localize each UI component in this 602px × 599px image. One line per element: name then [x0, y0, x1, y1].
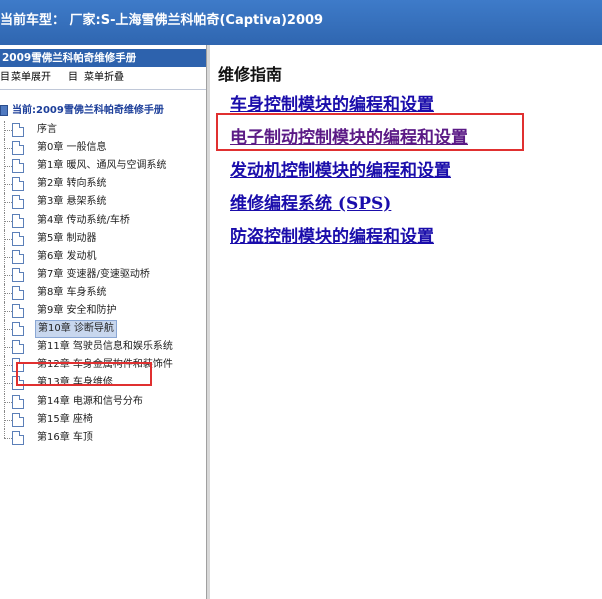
tree-branch-line [4, 166, 12, 168]
tree-branch-line [4, 130, 12, 131]
tree-item[interactable]: 第1章 暖风、通风与空调系统 [0, 157, 206, 176]
divider-line [0, 89, 206, 90]
tree-item[interactable]: 第14章 电源和信号分布 [0, 392, 206, 411]
page-icon [12, 123, 24, 137]
navigation-pane: 2009雪佛兰科帕奇维修手册 目 菜单展开 目 菜单折叠 当前:2009雪佛兰科… [0, 45, 206, 599]
highlight-box-left [16, 362, 152, 386]
manual-title-bar: 2009雪佛兰科帕奇维修手册 [0, 49, 206, 67]
tree-branch-line [4, 437, 12, 439]
current-vehicle-title: 当前车型： 厂家:S-上海雪佛兰科帕奇(Captiva)2009 [0, 13, 324, 28]
tree-item-label[interactable]: 第7章 变速器/变速驱动桥 [35, 267, 152, 283]
page-icon [12, 195, 24, 210]
page-icon [12, 231, 24, 246]
tree-item[interactable]: 第15章 座椅 [0, 410, 206, 429]
tree-branch-line [4, 428, 5, 438]
tree-branch-line [4, 274, 12, 276]
tree-item[interactable]: 第16章 车顶 [0, 428, 206, 447]
tree-branch-line [4, 365, 12, 367]
tree-item-label[interactable]: 第1章 暖风、通风与空调系统 [35, 158, 169, 174]
header-dot: . [298, 11, 302, 22]
expand-all-button[interactable]: 菜单展开 [11, 69, 51, 87]
tree-item[interactable]: 第7章 变速器/变速驱动桥 [0, 265, 206, 284]
tree-branch-line [4, 220, 12, 222]
collapse-all-icon[interactable]: 目 [68, 69, 78, 87]
tree-branch-line [4, 238, 12, 240]
tree-item-label[interactable]: 第2章 转向系统 [35, 176, 109, 192]
tree-item[interactable]: 第8章 车身系统 [0, 283, 206, 302]
tree-root-label[interactable]: 当前:2009雪佛兰科帕奇维修手册 [12, 103, 164, 119]
tree-item[interactable]: 第2章 转向系统 [0, 175, 206, 194]
tree-item-label[interactable]: 第8章 车身系统 [35, 285, 109, 301]
tree-branch-line [4, 256, 12, 258]
tree-item-label[interactable]: 第11章 驾驶员信息和娱乐系统 [35, 339, 175, 355]
tree-branch-line [4, 401, 12, 403]
tree-item[interactable]: 序言 [0, 121, 206, 139]
page-icon [12, 285, 24, 300]
tree-item[interactable]: 第0章 一般信息 [0, 139, 206, 158]
tree-item-label[interactable]: 第4章 传动系统/车桥 [35, 213, 132, 229]
tree-item[interactable]: 第11章 驾驶员信息和娱乐系统 [0, 338, 206, 357]
tree-item[interactable]: 第6章 发动机 [0, 247, 206, 266]
top-header-bar: 当前车型： 厂家:S-上海雪佛兰科帕奇(Captiva)2009 . [0, 0, 602, 45]
tree-branch-line [4, 292, 12, 294]
tree-item-label[interactable]: 第10章 诊断导航 [35, 320, 117, 339]
tree-item-label[interactable]: 第14章 电源和信号分布 [35, 394, 145, 410]
section-title: 维修指南 [218, 65, 283, 84]
tree-branch-line [4, 148, 12, 150]
page-icon [12, 141, 24, 156]
page-icon [12, 340, 24, 355]
page-icon [12, 394, 24, 409]
tree-item-label[interactable]: 第16章 车顶 [35, 430, 95, 446]
link-service-programming-system[interactable]: 维修编程系统 (SPS) [230, 189, 391, 214]
menu-toolbar: 目 菜单展开 目 菜单折叠 [0, 69, 206, 87]
page-icon [12, 322, 24, 337]
tree-item[interactable]: 第5章 制动器 [0, 229, 206, 248]
tree-item-label[interactable]: 第5章 制动器 [35, 231, 99, 247]
page-icon [12, 159, 24, 174]
tree-item-label[interactable]: 第15章 座椅 [35, 412, 95, 428]
page-icon [12, 304, 24, 318]
tree-item[interactable]: 第9章 安全和防护 [0, 302, 206, 320]
expand-all-icon[interactable]: 目 [0, 69, 10, 87]
book-icon [0, 105, 8, 116]
page-icon [12, 267, 24, 282]
collapse-all-button[interactable]: 菜单折叠 [84, 69, 124, 87]
tree-item-label[interactable]: 序言 [35, 122, 59, 138]
tree-branch-line [4, 202, 12, 204]
content-pane: 维修指南 车身控制模块的编程和设置 电子制动控制模块的编程和设置 发动机控制模块… [210, 45, 602, 599]
tree-branch-line [4, 419, 12, 421]
page-icon [12, 213, 24, 228]
link-engine-control-module[interactable]: 发动机控制模块的编程和设置 [230, 156, 451, 181]
tree-item[interactable]: 第4章 传动系统/车桥 [0, 211, 206, 230]
page-icon [12, 430, 24, 445]
tree-item-label[interactable]: 第0章 一般信息 [35, 140, 109, 156]
tree-branch-line [4, 329, 12, 331]
tree-item[interactable]: 第3章 悬架系统 [0, 193, 206, 212]
page-icon [12, 249, 24, 264]
tree-item-label[interactable]: 第9章 安全和防护 [35, 303, 119, 319]
tree-item-label[interactable]: 第6章 发动机 [35, 249, 99, 265]
tree-branch-line [4, 347, 12, 349]
tree-item-label[interactable]: 第3章 悬架系统 [35, 194, 109, 210]
tree-item[interactable]: 第10章 诊断导航 [0, 320, 206, 339]
page-icon [12, 177, 24, 192]
tree-branch-line [4, 184, 12, 186]
tree-branch-line [4, 311, 12, 312]
page-icon [12, 412, 24, 427]
highlight-box-right [216, 113, 524, 151]
link-body-control-module[interactable]: 车身控制模块的编程和设置 [230, 90, 434, 115]
tree-branch-line [4, 383, 12, 385]
link-immobilizer-module[interactable]: 防盗控制模块的编程和设置 [230, 222, 434, 247]
